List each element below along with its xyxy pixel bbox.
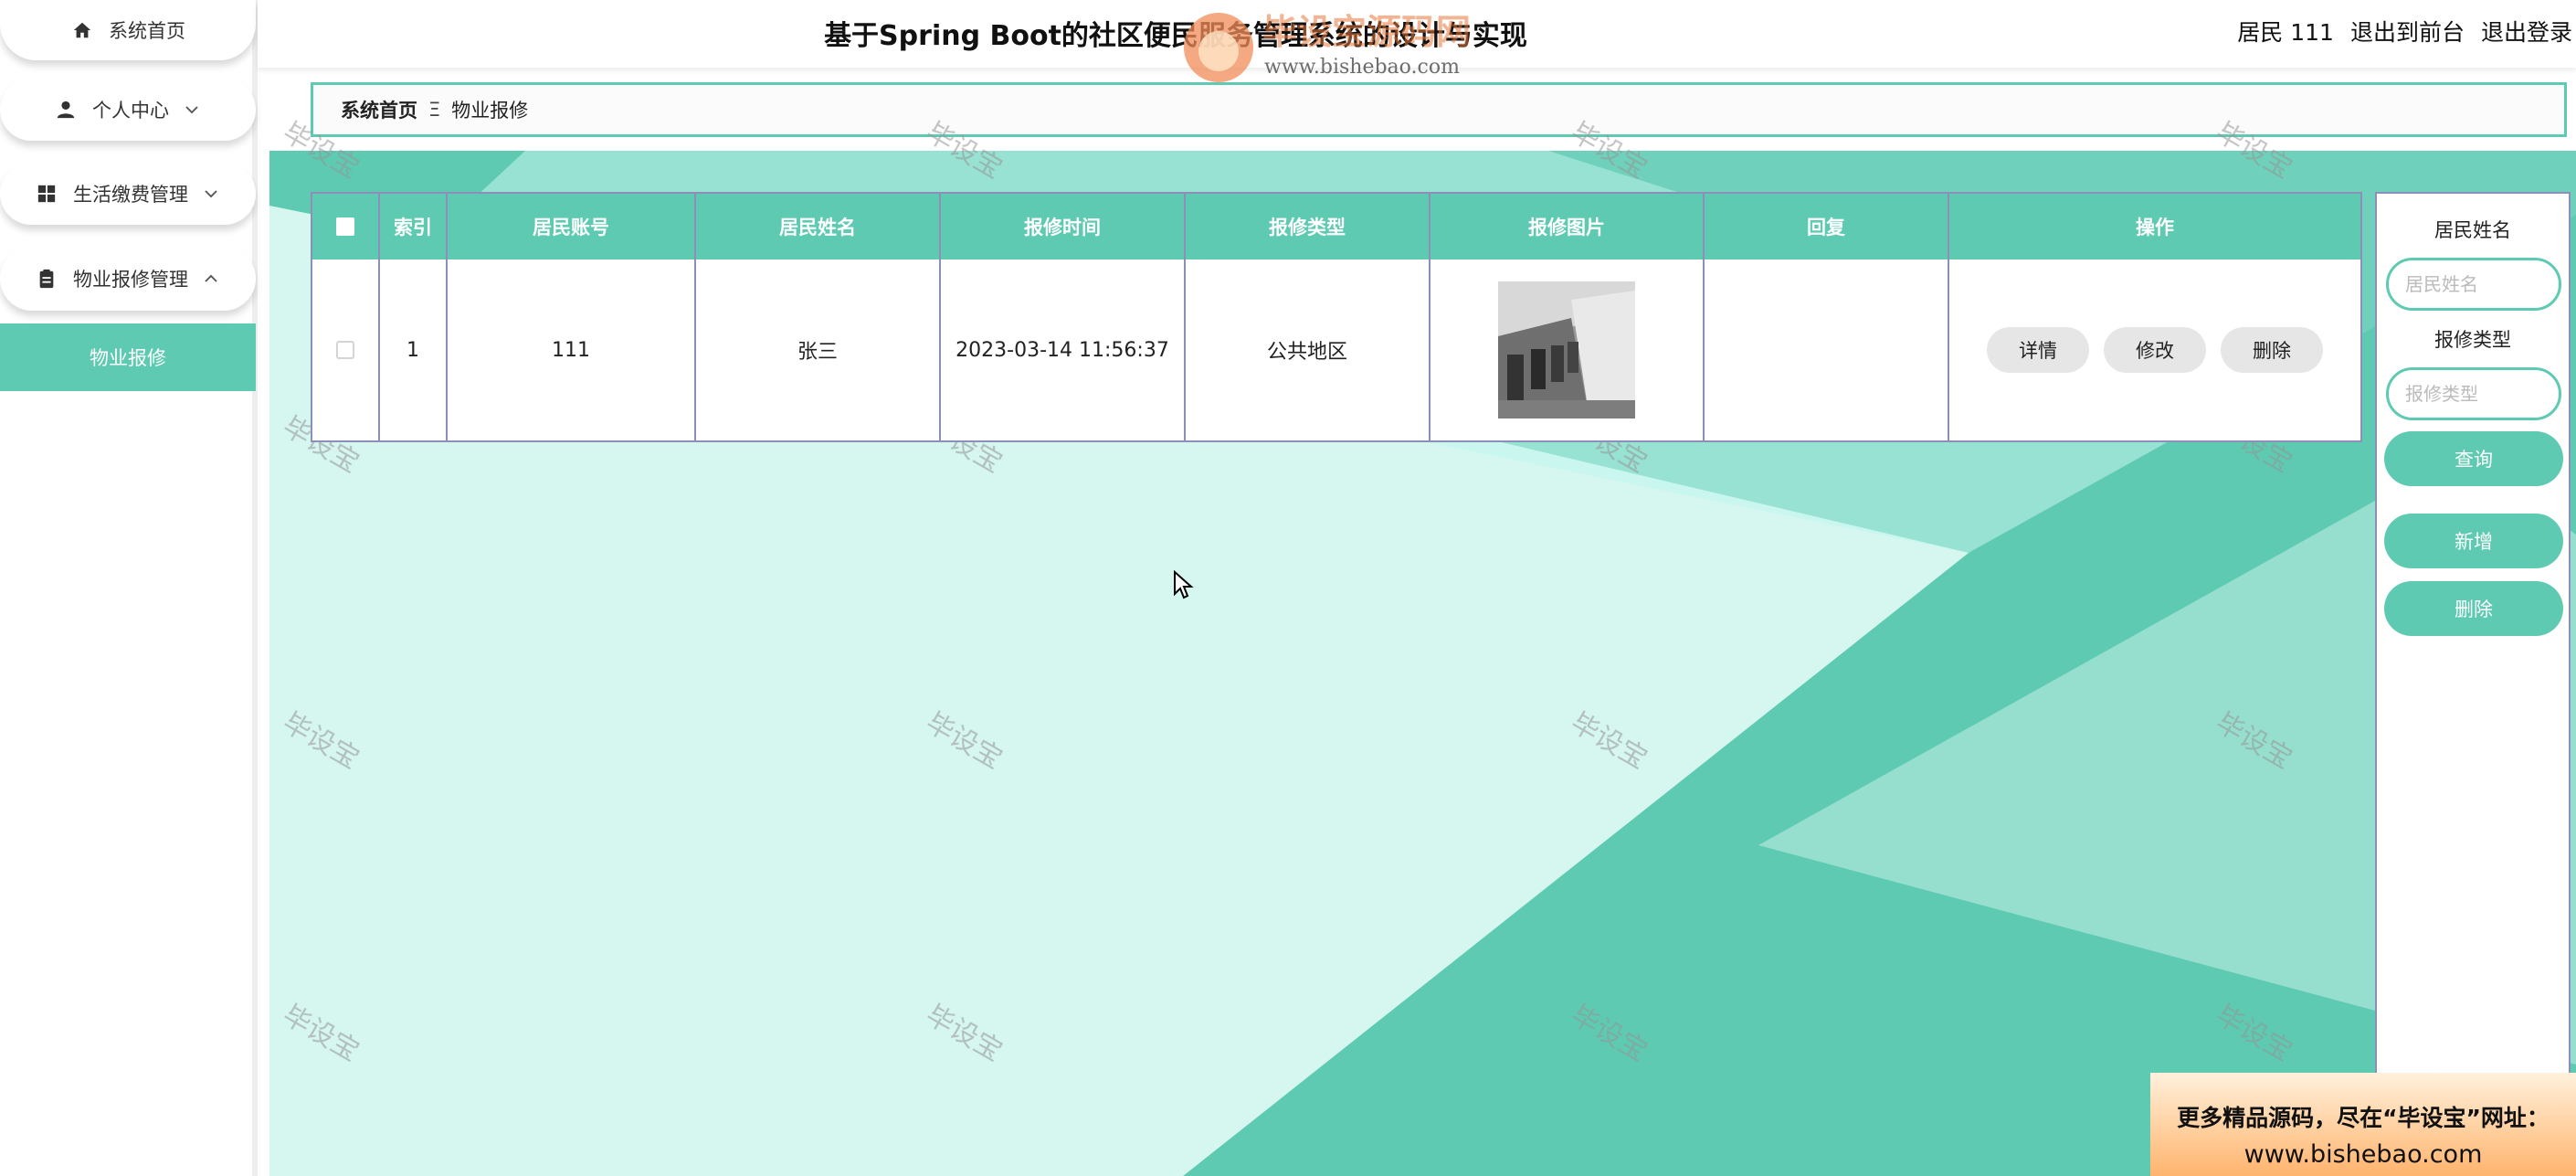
breadcrumb: 系统首页 Ξ 物业报修 — [311, 82, 2567, 137]
sidebar-item-label: 物业报修管理 — [73, 269, 188, 291]
column-header: 居民姓名 — [696, 194, 941, 260]
column-header: 回复 — [1705, 194, 1949, 260]
svg-text:毕设宝源码网: 毕设宝源码网 — [1262, 12, 1471, 52]
sidebar-item-home[interactable]: 系统首页 — [0, 0, 256, 60]
repair-table: 索引 居民账号 居民姓名 报修时间 报修类型 报修图片 回复 操作 1 111 … — [311, 192, 2362, 442]
chevron-down-icon — [182, 100, 202, 120]
row-checkbox[interactable] — [336, 341, 354, 359]
chevron-down-icon — [201, 184, 221, 204]
cell-index: 1 — [380, 260, 448, 440]
column-header: 报修图片 — [1431, 194, 1705, 260]
chevron-up-icon — [201, 269, 221, 289]
cell-type: 公共地区 — [1186, 260, 1431, 440]
cell-actions: 详情 修改 删除 — [1949, 260, 2360, 440]
user-label: 居民 111 — [2237, 19, 2334, 46]
sidebar-item-label: 系统首页 — [109, 20, 185, 42]
cell-time: 2023-03-14 11:56:37 — [941, 260, 1186, 440]
breadcrumb-separator: Ξ — [428, 99, 441, 121]
select-all-cell — [312, 194, 380, 260]
detail-button[interactable]: 详情 — [1987, 327, 2089, 373]
exit-to-front-link[interactable]: 退出到前台 — [2350, 15, 2465, 48]
home-icon — [70, 18, 94, 42]
header-user-area: 居民 111 退出到前台 退出登录 — [2237, 15, 2572, 48]
search-panel: 居民姓名 报修类型 查询 新增 删除 — [2375, 192, 2571, 1176]
column-header: 操作 — [2136, 217, 2174, 238]
query-button[interactable]: 查询 — [2384, 431, 2563, 486]
delete-row-button[interactable]: 删除 — [2221, 327, 2323, 373]
breadcrumb-home[interactable]: 系统首页 — [341, 96, 417, 123]
resident-name-label: 居民姓名 — [2434, 219, 2511, 241]
select-all-checkbox[interactable] — [336, 217, 354, 236]
cell-account: 111 — [448, 260, 696, 440]
column-header: 报修类型 — [1186, 194, 1431, 260]
sidebar: 系统首页 个人中心 生活缴费管理 物业报修管理 物业报修 — [0, 0, 258, 1176]
sidebar-item-property-repair[interactable]: 物业报修管理 — [0, 247, 256, 311]
svg-text:www.bishebao.com: www.bishebao.com — [1264, 56, 1460, 79]
mouse-cursor-icon — [1174, 570, 1194, 599]
breadcrumb-current: 物业报修 — [451, 100, 529, 122]
table-header: 索引 居民账号 居民姓名 报修时间 报修类型 报修图片 回复 操作 — [312, 194, 2360, 260]
resident-name-input[interactable] — [2386, 258, 2561, 311]
cell-reply — [1705, 260, 1949, 440]
batch-delete-button[interactable]: 删除 — [2384, 581, 2563, 636]
add-button[interactable]: 新增 — [2384, 514, 2563, 568]
repair-type-input[interactable] — [2386, 367, 2561, 420]
promo-banner: 更多精品源码，尽在“毕设宝”网址： www.bishebao.com — [2150, 1073, 2576, 1176]
clipboard-icon — [35, 267, 58, 291]
top-header: 基于Spring Boot的社区便民服务管理系统的设计与实现 毕设宝源码网 ww… — [258, 0, 2576, 82]
table-row: 1 111 张三 2023-03-14 11:56:37 公共地区 详情 修改 … — [312, 260, 2360, 440]
person-icon — [54, 98, 78, 122]
sidebar-subitem-property-repair[interactable]: 物业报修 — [0, 323, 256, 391]
repair-type-label: 报修类型 — [2434, 329, 2511, 351]
grid-icon — [35, 182, 58, 206]
cell-name: 张三 — [696, 260, 941, 440]
sidebar-item-living-payment[interactable]: 生活缴费管理 — [0, 163, 256, 225]
logout-link[interactable]: 退出登录 — [2481, 15, 2572, 48]
column-header: 索引 — [380, 194, 448, 260]
column-header: 报修时间 — [941, 194, 1186, 260]
sidebar-item-personal-center[interactable]: 个人中心 — [0, 79, 256, 141]
logo-watermark: 毕设宝源码网 www.bishebao.com — [1184, 12, 1471, 82]
sidebar-item-label: 生活缴费管理 — [73, 184, 188, 206]
row-select-cell — [312, 260, 380, 440]
repair-photo-thumbnail[interactable] — [1498, 281, 1635, 418]
column-header: 居民账号 — [448, 194, 696, 260]
edit-button[interactable]: 修改 — [2104, 327, 2206, 373]
cell-image — [1431, 260, 1705, 440]
sidebar-item-label: 个人中心 — [92, 100, 169, 122]
promo-url[interactable]: www.bishebao.com — [2150, 1140, 2576, 1169]
promo-line-1: 更多精品源码，尽在“毕设宝”网址： — [2177, 1105, 2550, 1131]
